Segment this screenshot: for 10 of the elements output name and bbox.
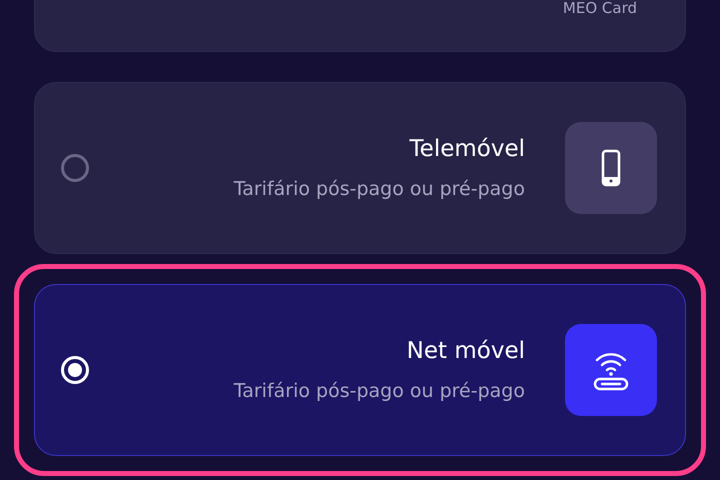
radio-button[interactable]	[61, 154, 89, 182]
option-card[interactable]: Net móvel Tarifário pós-pago ou pré-pago	[34, 284, 686, 456]
option-title: Net móvel	[406, 338, 525, 364]
phone-icon	[601, 149, 621, 187]
option-subtitle: MEO Card	[562, 1, 637, 15]
option-title: Telemóvel	[410, 136, 525, 162]
option-card[interactable]: Telemóvel Tarifário pós-pago ou pré-pago	[34, 82, 686, 254]
option-subtitle: Tarifário pós-pago ou pré-pago	[234, 380, 525, 402]
option-card[interactable]: MEO Card	[34, 0, 686, 52]
option-subtitle: Tarifário pós-pago ou pré-pago	[234, 178, 525, 200]
